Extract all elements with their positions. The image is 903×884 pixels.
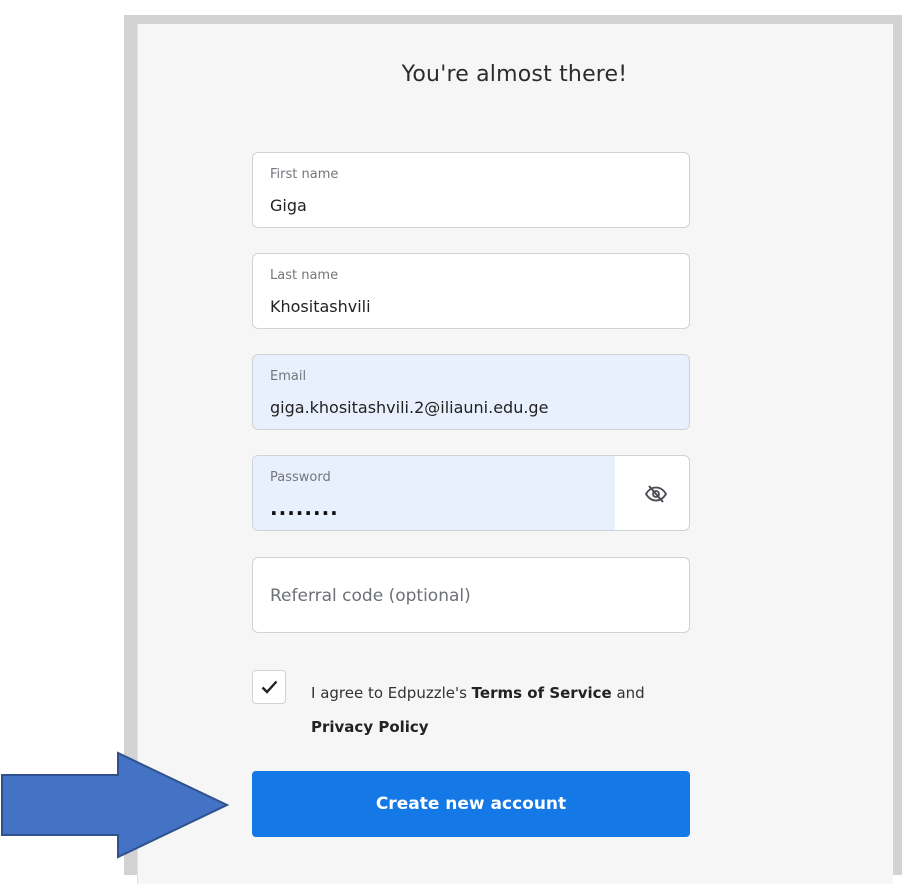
- create-account-button[interactable]: Create new account: [252, 771, 690, 837]
- arrow-right-icon: [1, 751, 230, 859]
- email-field[interactable]: Email giga.khositashvili.2@iliauni.edu.g…: [252, 354, 690, 430]
- password-field[interactable]: Password ........: [252, 455, 690, 531]
- terms-prefix: I agree to Edpuzzle's: [311, 684, 472, 702]
- eye-slash-icon[interactable]: [644, 485, 668, 503]
- referral-code-placeholder[interactable]: Referral code (optional): [270, 558, 471, 632]
- privacy-policy-link[interactable]: Privacy Policy: [311, 718, 429, 736]
- terms-text: I agree to Edpuzzle's Terms of Service a…: [311, 676, 691, 744]
- first-name-field[interactable]: First name Giga: [252, 152, 690, 228]
- email-label: Email: [270, 369, 307, 384]
- page-title: You're almost there!: [401, 62, 628, 87]
- last-name-label: Last name: [270, 268, 339, 283]
- terms-of-service-link[interactable]: Terms of Service: [472, 684, 612, 702]
- checkmark-icon: [261, 680, 278, 694]
- last-name-field[interactable]: Last name Khositashvili: [252, 253, 690, 329]
- password-value[interactable]: ........: [270, 496, 339, 520]
- terms-middle: and: [611, 684, 645, 702]
- email-value[interactable]: giga.khositashvili.2@iliauni.edu.ge: [270, 398, 548, 417]
- terms-checkbox[interactable]: [252, 670, 286, 704]
- last-name-value[interactable]: Khositashvili: [270, 297, 371, 316]
- first-name-label: First name: [270, 167, 339, 182]
- referral-code-field[interactable]: Referral code (optional): [252, 557, 690, 633]
- password-label: Password: [270, 470, 331, 485]
- first-name-value[interactable]: Giga: [270, 196, 307, 215]
